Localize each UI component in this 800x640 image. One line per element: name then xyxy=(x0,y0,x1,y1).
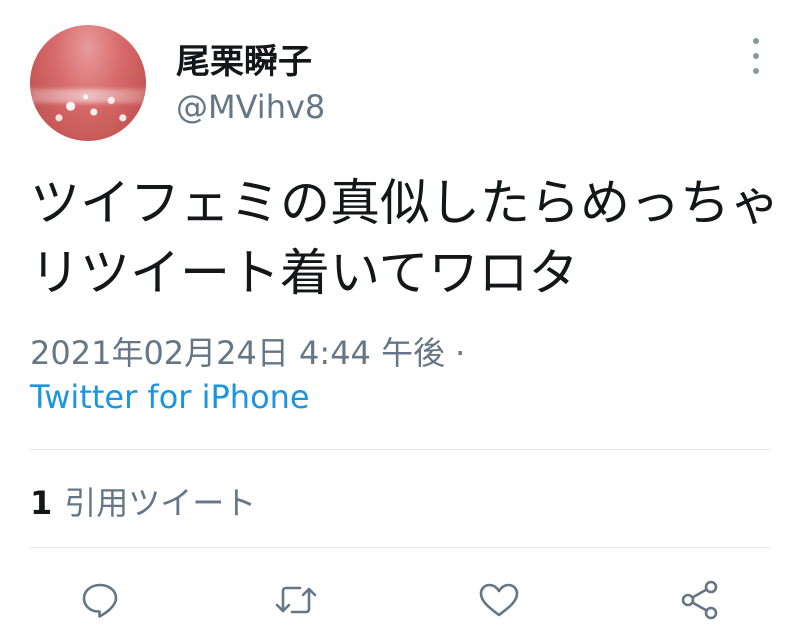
display-name[interactable]: 尾栗瞬子 xyxy=(176,34,312,83)
reply-button[interactable] xyxy=(75,575,125,625)
tweet-source-link[interactable]: Twitter for iPhone xyxy=(30,378,310,416)
more-dot-icon xyxy=(753,53,759,59)
quote-count: 1 xyxy=(30,484,53,522)
avatar[interactable] xyxy=(30,25,146,141)
more-dot-icon xyxy=(753,68,759,74)
quote-tweets-stat[interactable]: 1 引用ツイート xyxy=(30,478,256,524)
divider xyxy=(30,547,770,548)
share-icon xyxy=(681,580,718,620)
like-button[interactable] xyxy=(474,575,524,625)
retweet-button[interactable] xyxy=(271,575,321,625)
retweet-icon xyxy=(275,586,317,614)
reply-icon xyxy=(82,583,118,618)
more-dot-icon xyxy=(753,38,759,44)
more-options-button[interactable] xyxy=(744,38,768,74)
tweet-text: ツイフェミの真似したらめっちゃリツイート着いてワロタ xyxy=(30,174,780,302)
divider xyxy=(30,449,770,450)
share-button[interactable] xyxy=(675,575,725,625)
meta-separator: · xyxy=(455,334,466,372)
tweet-timestamp[interactable]: 2021年02月24日 4:44 午後 xyxy=(30,334,445,372)
tweet-meta: 2021年02月24日 4:44 午後 · xyxy=(30,328,770,374)
user-handle[interactable]: @MVihv8 xyxy=(176,88,325,126)
like-icon xyxy=(479,583,519,617)
quote-label: 引用ツイート xyxy=(64,484,257,522)
